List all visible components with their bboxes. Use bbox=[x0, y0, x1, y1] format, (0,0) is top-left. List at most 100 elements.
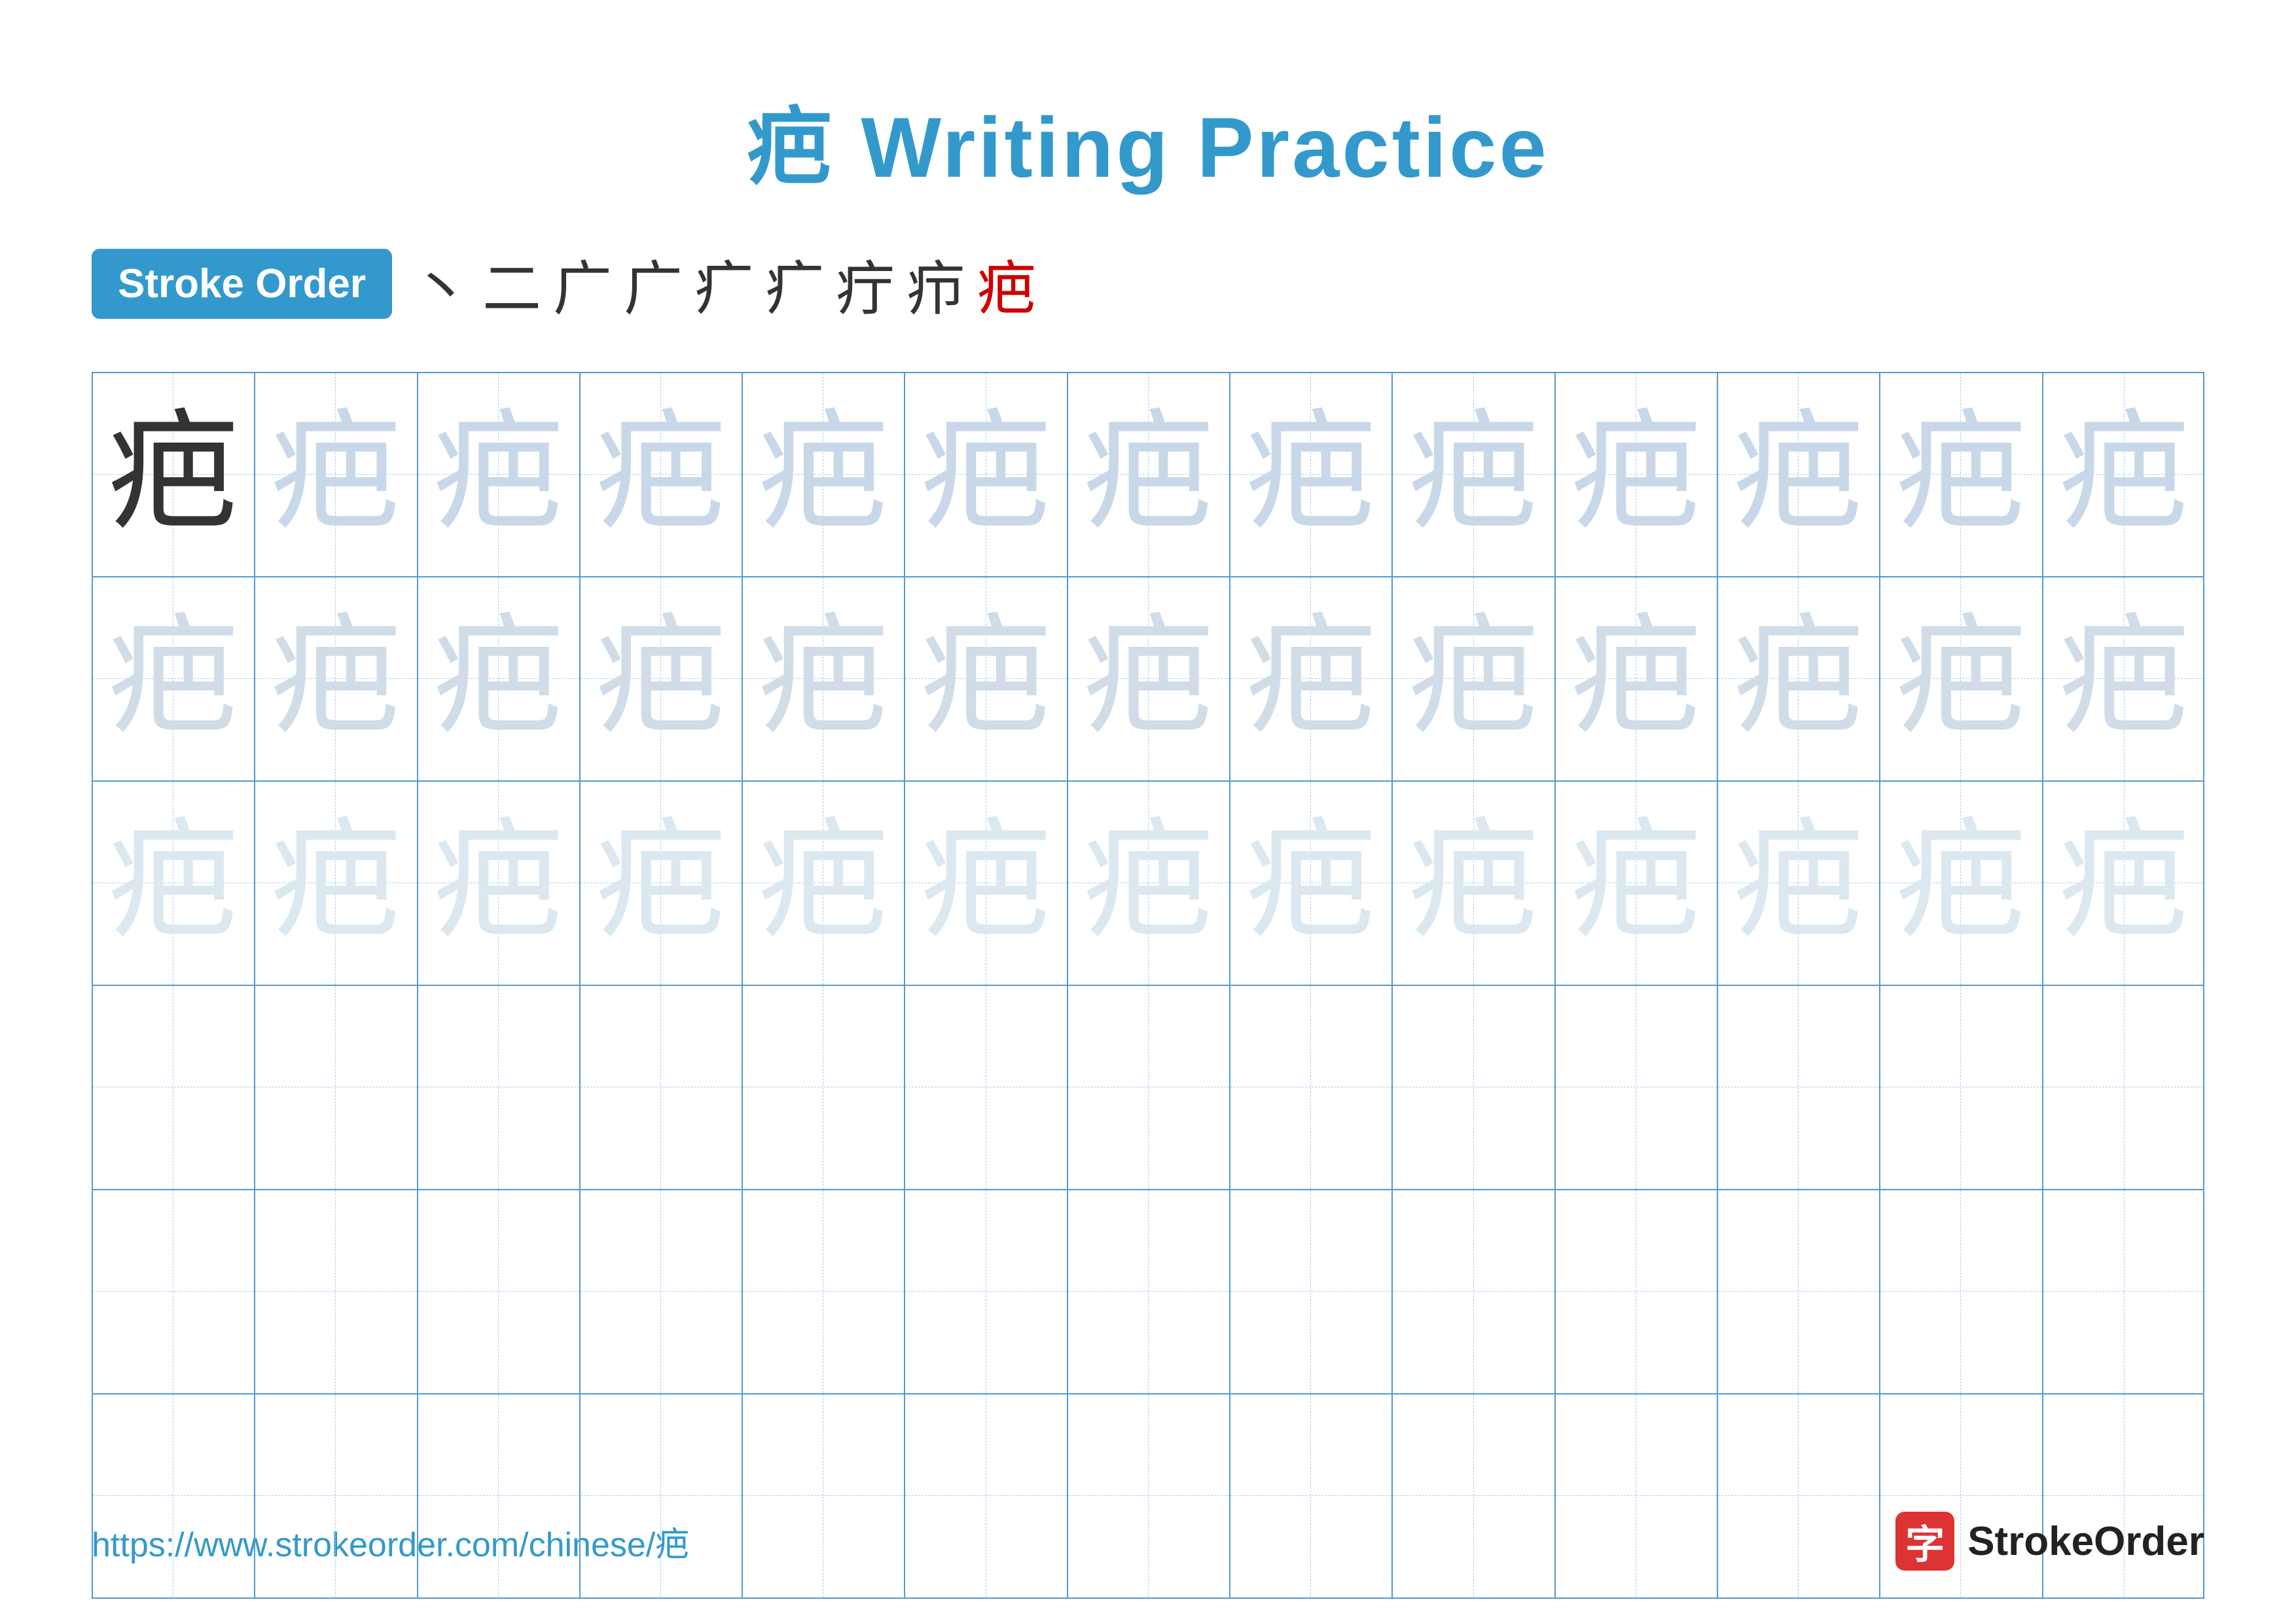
grid-cell[interactable]: 疤 bbox=[905, 577, 1067, 780]
grid-cell[interactable]: 疤 bbox=[1068, 577, 1230, 780]
grid-cell[interactable]: 疤 bbox=[1230, 577, 1393, 780]
grid-cell[interactable]: 疤 bbox=[905, 782, 1067, 985]
cell-character: 疤 bbox=[1246, 409, 1376, 540]
grid-cell[interactable]: 疤 bbox=[255, 782, 418, 985]
grid-cell[interactable]: 疤 bbox=[581, 373, 743, 576]
grid-cell[interactable]: 疤 bbox=[255, 577, 418, 780]
cell-character: 疤 bbox=[108, 409, 239, 540]
grid-cell[interactable]: 疤 bbox=[905, 373, 1067, 576]
cell-character: 疤 bbox=[921, 613, 1052, 744]
cell-character: 疤 bbox=[2059, 409, 2190, 540]
grid-cell[interactable]: 疤 bbox=[1068, 373, 1230, 576]
grid-cell[interactable]: 疤 bbox=[1556, 782, 1718, 985]
cell-character: 疤 bbox=[108, 613, 239, 744]
grid-cell[interactable] bbox=[1230, 1190, 1393, 1393]
grid-cell[interactable] bbox=[2043, 1190, 2206, 1393]
grid-cell[interactable]: 疤 bbox=[1880, 782, 2043, 985]
grid-cell[interactable]: 疤 bbox=[255, 373, 418, 576]
grid-cell[interactable]: 疤 bbox=[93, 373, 255, 576]
grid-cell[interactable] bbox=[2043, 986, 2206, 1189]
grid-cell[interactable] bbox=[1068, 1190, 1230, 1393]
grid-cell[interactable]: 疤 bbox=[2043, 577, 2206, 780]
grid-cell[interactable]: 疤 bbox=[743, 782, 905, 985]
grid-cell[interactable]: 疤 bbox=[2043, 373, 2206, 576]
cell-character: 疤 bbox=[1408, 818, 1539, 949]
grid-cell[interactable] bbox=[1880, 1190, 2043, 1393]
grid-cell[interactable]: 疤 bbox=[93, 782, 255, 985]
cell-character: 疤 bbox=[921, 818, 1052, 949]
cell-character: 疤 bbox=[270, 613, 401, 744]
stroke-order-badge: Stroke Order bbox=[92, 249, 392, 319]
grid-cell[interactable]: 疤 bbox=[1718, 373, 1880, 576]
stroke-5: 疒 bbox=[694, 241, 753, 326]
cell-character: 疤 bbox=[1246, 818, 1376, 949]
grid-row: 疤疤疤疤疤疤疤疤疤疤疤疤疤 bbox=[93, 373, 2203, 577]
grid-cell[interactable]: 疤 bbox=[1393, 577, 1555, 780]
grid-cell[interactable] bbox=[1393, 1190, 1555, 1393]
grid-cell[interactable] bbox=[581, 1190, 743, 1393]
footer-url[interactable]: https://www.strokeorder.com/chinese/疤 bbox=[92, 1517, 689, 1566]
grid-cell[interactable] bbox=[905, 986, 1067, 1189]
cell-character: 疤 bbox=[433, 818, 564, 949]
cell-character: 疤 bbox=[1895, 613, 2026, 744]
grid-cell[interactable] bbox=[905, 1190, 1067, 1393]
logo-text: StrokeOrder bbox=[1967, 1518, 2204, 1565]
cell-character: 疤 bbox=[108, 818, 239, 949]
stroke-2: 二 bbox=[482, 241, 541, 326]
cell-character: 疤 bbox=[1408, 613, 1539, 744]
grid-cell[interactable]: 疤 bbox=[743, 373, 905, 576]
grid-cell[interactable]: 疤 bbox=[418, 577, 581, 780]
grid-cell[interactable]: 疤 bbox=[2043, 782, 2206, 985]
cell-character: 疤 bbox=[758, 818, 889, 949]
cell-character: 疤 bbox=[596, 409, 726, 540]
grid-cell[interactable]: 疤 bbox=[581, 577, 743, 780]
grid-cell[interactable] bbox=[255, 1190, 418, 1393]
grid-cell[interactable]: 疤 bbox=[1556, 373, 1718, 576]
grid-cell[interactable] bbox=[743, 1190, 905, 1393]
grid-cell[interactable]: 疤 bbox=[1230, 373, 1393, 576]
grid-cell[interactable] bbox=[255, 986, 418, 1189]
grid-cell[interactable] bbox=[1880, 986, 2043, 1189]
grid-cell[interactable] bbox=[93, 1190, 255, 1393]
cell-character: 疤 bbox=[2059, 613, 2190, 744]
grid-cell[interactable]: 疤 bbox=[1718, 577, 1880, 780]
grid-cell[interactable]: 疤 bbox=[1393, 373, 1555, 576]
cell-character: 疤 bbox=[758, 409, 889, 540]
grid-cell[interactable] bbox=[418, 986, 581, 1189]
cell-character: 疤 bbox=[1571, 409, 1702, 540]
grid-cell[interactable] bbox=[1068, 986, 1230, 1189]
grid-cell[interactable]: 疤 bbox=[1880, 373, 2043, 576]
grid-cell[interactable]: 疤 bbox=[1718, 782, 1880, 985]
stroke-1: 丶 bbox=[412, 241, 471, 326]
grid-cell[interactable] bbox=[581, 986, 743, 1189]
cell-character: 疤 bbox=[433, 613, 564, 744]
grid-cell[interactable] bbox=[93, 986, 255, 1189]
cell-character: 疤 bbox=[1083, 409, 1214, 540]
cell-character: 疤 bbox=[1895, 818, 2026, 949]
grid-cell[interactable] bbox=[1393, 986, 1555, 1189]
grid-cell[interactable]: 疤 bbox=[1230, 782, 1393, 985]
grid-cell[interactable]: 疤 bbox=[93, 577, 255, 780]
page-title: 疤 Writing Practice bbox=[0, 0, 2296, 202]
grid-cell[interactable] bbox=[743, 986, 905, 1189]
grid-cell[interactable] bbox=[1718, 986, 1880, 1189]
cell-character: 疤 bbox=[433, 409, 564, 540]
grid-cell[interactable]: 疤 bbox=[418, 782, 581, 985]
grid-cell[interactable]: 疤 bbox=[418, 373, 581, 576]
cell-character: 疤 bbox=[758, 613, 889, 744]
grid-cell[interactable]: 疤 bbox=[1556, 577, 1718, 780]
cell-character: 疤 bbox=[596, 613, 726, 744]
grid-cell[interactable]: 疤 bbox=[1393, 782, 1555, 985]
grid-cell[interactable] bbox=[1230, 986, 1393, 1189]
cell-character: 疤 bbox=[270, 409, 401, 540]
grid-cell[interactable] bbox=[1718, 1190, 1880, 1393]
grid-cell[interactable]: 疤 bbox=[743, 577, 905, 780]
grid-cell[interactable] bbox=[1556, 986, 1718, 1189]
grid-cell[interactable] bbox=[418, 1190, 581, 1393]
grid-cell[interactable]: 疤 bbox=[581, 782, 743, 985]
grid-cell[interactable]: 疤 bbox=[1068, 782, 1230, 985]
grid-cell[interactable]: 疤 bbox=[1880, 577, 2043, 780]
logo-icon: 字 bbox=[1895, 1512, 1954, 1571]
stroke-4: 广 bbox=[624, 241, 683, 326]
grid-cell[interactable] bbox=[1556, 1190, 1718, 1393]
